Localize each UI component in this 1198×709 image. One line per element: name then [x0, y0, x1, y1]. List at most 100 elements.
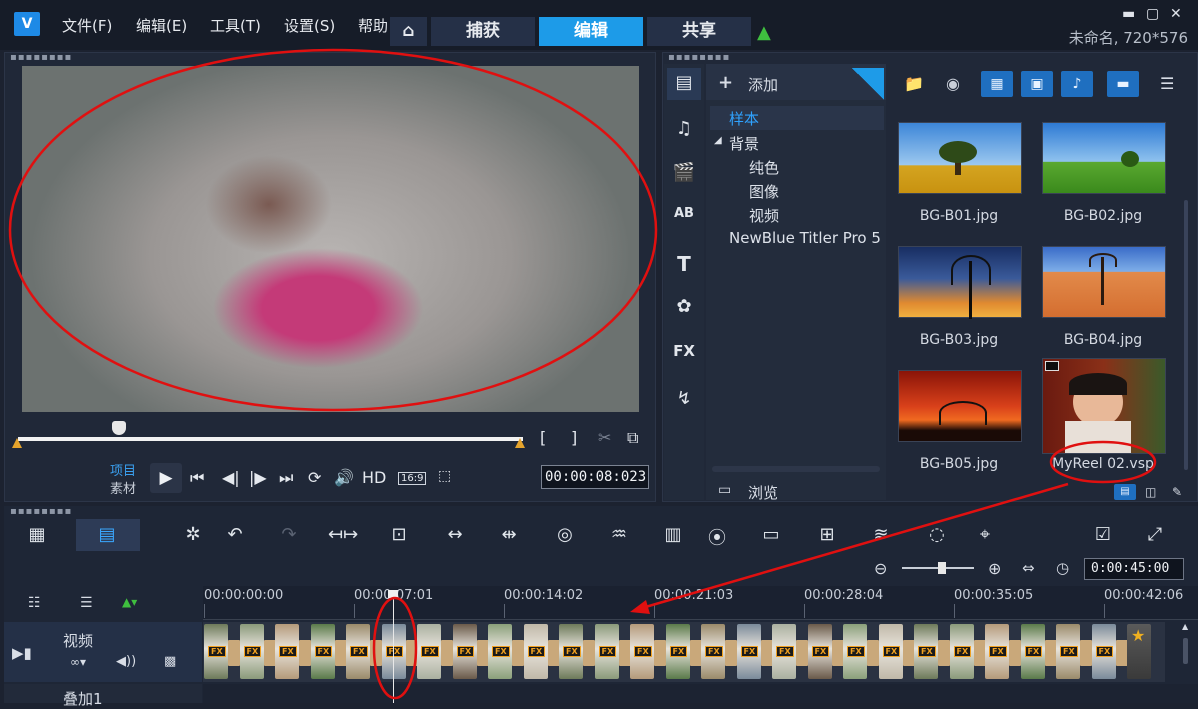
crop-icon[interactable]: ⬚ — [438, 468, 451, 484]
zoom-thumb[interactable] — [938, 562, 946, 574]
slide-icon[interactable]: ⇹ — [494, 524, 524, 545]
tree-item-sample[interactable]: 样本 — [729, 108, 759, 129]
add-button[interactable]: 添加 — [748, 74, 778, 95]
pin-icon[interactable] — [852, 68, 884, 100]
split-screen-icon[interactable]: ⊞ — [812, 524, 842, 545]
transition[interactable] — [831, 640, 844, 666]
show-video-button[interactable]: ▦ — [981, 71, 1013, 97]
video-clip[interactable]: FX — [914, 624, 938, 679]
hd-preview-button[interactable]: HD — [362, 468, 386, 487]
audio-mixer-icon[interactable]: ♒ — [604, 524, 634, 545]
video-clip[interactable]: FX — [772, 624, 796, 679]
fit-timeline-icon[interactable]: ⤢ — [1140, 524, 1170, 545]
instant-project-icon[interactable]: 🎬 — [672, 162, 696, 183]
transition[interactable] — [938, 640, 950, 666]
media-category-icon[interactable]: ▤ — [672, 72, 696, 93]
transition[interactable] — [441, 640, 453, 666]
lens-icon[interactable]: ◉ — [946, 74, 960, 93]
transition[interactable] — [405, 640, 418, 666]
graphic-category-icon[interactable]: ✿ — [672, 296, 696, 317]
trim-icon[interactable]: ⊡ — [384, 524, 414, 545]
transition[interactable] — [583, 640, 595, 666]
chapter-icon[interactable]: ☑ — [1088, 524, 1118, 545]
blend-icon[interactable]: ⦿ — [702, 524, 732, 550]
transition[interactable] — [370, 640, 382, 666]
transition[interactable] — [654, 640, 666, 666]
grid-icon[interactable]: ▩ — [164, 654, 176, 669]
mute-icon[interactable]: ◀)) — [116, 654, 136, 669]
play-button[interactable]: ▶ — [150, 463, 182, 493]
video-clip[interactable]: FX — [452, 624, 477, 679]
track-manager-icon[interactable]: ☷ — [28, 595, 41, 611]
record-icon[interactable]: ◎ — [550, 524, 580, 545]
redo-icon[interactable]: ↷ — [274, 524, 304, 545]
transition[interactable] — [547, 640, 560, 666]
storyboard-view-icon[interactable]: ▦ — [22, 524, 52, 545]
transition[interactable] — [973, 640, 986, 666]
edit-icon[interactable]: ✎ — [1172, 485, 1182, 499]
video-clip[interactable]: FX — [594, 624, 619, 679]
timeline-vertical-scrollbar[interactable]: ▲ — [1180, 622, 1192, 703]
transition[interactable] — [476, 640, 489, 666]
transition[interactable] — [796, 640, 808, 666]
upload-icon[interactable]: ▲ — [757, 22, 771, 43]
previous-frame-icon[interactable]: ◀| — [222, 468, 240, 487]
scrub-bar[interactable] — [18, 437, 523, 441]
minimize-icon[interactable]: ▬ — [1122, 6, 1135, 22]
video-clip[interactable]: FX — [346, 624, 370, 679]
transition[interactable] — [512, 640, 524, 666]
video-clip[interactable]: FX — [630, 624, 654, 679]
multi-camera-icon[interactable]: ▥ — [658, 524, 688, 545]
video-clip[interactable]: FX — [807, 624, 832, 679]
track-icon[interactable]: ⌖ — [970, 524, 1000, 545]
thumb-bg-b05[interactable] — [898, 370, 1022, 442]
link-icon[interactable]: ∞▾ — [70, 655, 86, 669]
go-to-start-icon[interactable]: ⏮ — [190, 468, 204, 488]
tab-capture[interactable]: 捕获 — [431, 17, 535, 46]
video-clip[interactable]: FX — [310, 624, 335, 679]
video-clip[interactable]: FX — [417, 624, 441, 679]
subtitle-icon[interactable]: ▭ — [756, 524, 786, 545]
tree-item-video[interactable]: 视频 — [749, 205, 779, 226]
mode-clip[interactable]: 素材 — [110, 478, 136, 497]
menu-help[interactable]: 帮助 — [358, 15, 390, 36]
video-clip[interactable]: FX — [559, 624, 583, 679]
video-clip[interactable]: FX — [665, 624, 690, 679]
path-icon[interactable]: ◌ — [922, 524, 952, 545]
expand-icon[interactable]: ◢ — [714, 135, 722, 146]
thumb-bg-b03[interactable] — [898, 246, 1022, 319]
video-clip[interactable]: FX — [239, 624, 264, 679]
transition[interactable] — [725, 640, 737, 666]
close-icon[interactable]: ✕ — [1170, 6, 1182, 22]
tab-edit[interactable]: 编辑 — [539, 17, 643, 46]
transition[interactable] — [867, 640, 879, 666]
fit-project-icon[interactable]: ⇔ — [1022, 559, 1035, 577]
transition[interactable] — [228, 640, 240, 666]
undo-icon[interactable]: ↶ — [220, 524, 250, 545]
add-icon[interactable]: + — [718, 72, 733, 93]
transition[interactable] — [760, 640, 773, 666]
tree-item-plugin[interactable]: NewBlue Titler Pro 5 — [729, 229, 881, 247]
transition-category-icon[interactable]: AB — [672, 206, 696, 221]
video-clip[interactable]: FX — [204, 624, 228, 679]
transition[interactable] — [334, 640, 347, 666]
panel-grip-icon[interactable]: ▪▪▪▪▪▪▪▪ — [10, 52, 72, 63]
video-clip[interactable]: FX — [1091, 624, 1116, 679]
tree-horizontal-scrollbar[interactable] — [712, 466, 880, 472]
tree-item-background[interactable]: 背景 — [729, 133, 759, 154]
menu-edit[interactable]: 编辑(E) — [136, 15, 187, 36]
title-clip[interactable]: ★ — [1127, 624, 1151, 679]
volume-icon[interactable]: 🔊 — [334, 468, 354, 487]
video-clip[interactable]: FX — [275, 624, 299, 679]
chapter-point-icon[interactable]: ☰ — [80, 595, 93, 611]
timecode-display[interactable]: 00:00:08:023 — [541, 465, 649, 489]
filter-category-icon[interactable]: FX — [672, 342, 696, 360]
video-clip[interactable]: FX — [523, 624, 548, 679]
transition[interactable] — [1080, 640, 1092, 666]
panel-grip-icon[interactable]: ▪▪▪▪▪▪▪▪ — [10, 506, 72, 517]
scroll-up-icon[interactable]: ▲ — [1182, 622, 1188, 631]
transition[interactable] — [902, 640, 915, 666]
home-tab[interactable]: ⌂ — [390, 17, 427, 46]
menu-settings[interactable]: 设置(S) — [284, 15, 335, 36]
trim-start-handle[interactable] — [12, 438, 22, 448]
